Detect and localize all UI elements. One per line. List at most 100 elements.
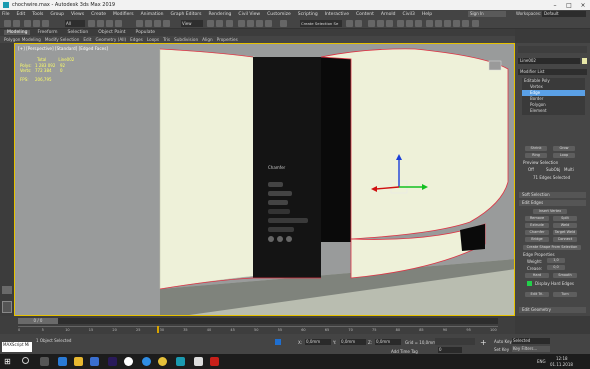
lock-icon[interactable] — [275, 339, 281, 345]
ribbon-tab-selection[interactable]: Selection — [65, 30, 92, 35]
place-icon[interactable] — [163, 20, 170, 27]
z-coordinate[interactable]: 0,0mm — [375, 339, 401, 345]
close-button[interactable]: × — [576, 2, 590, 9]
menu-graph-editors[interactable]: Graph Editors — [171, 12, 202, 17]
shrink-button[interactable]: Shrink — [525, 146, 547, 151]
perspective-viewport[interactable]: [+] [Perspective] [Standard] [Edged Face… — [14, 43, 515, 316]
angle-snap-icon[interactable] — [247, 20, 254, 27]
toggle-scene-explorer-icon[interactable] — [368, 20, 375, 27]
messenger-icon[interactable] — [142, 357, 151, 366]
keyboard-shortcut-icon[interactable] — [226, 20, 233, 27]
stack-tools[interactable] — [518, 125, 587, 131]
language-indicator[interactable]: ENG — [537, 359, 546, 364]
menu-animation[interactable]: Animation — [141, 12, 164, 17]
toggle-layer-explorer-icon[interactable] — [377, 20, 384, 27]
track-ruler[interactable]: 0 5 10 15 20 25 30 35 40 45 50 55 60 65 70 75 80 85 90 95 10… — [18, 326, 498, 333]
key-filters-button[interactable]: Key Filters... — [512, 346, 550, 352]
chamfer-caddy[interactable]: Chamfer — [268, 165, 308, 247]
rollout-edit-edges[interactable]: Edit Edges — [519, 200, 586, 206]
selection-set-dropdown[interactable]: Create Selection Se — [300, 20, 342, 27]
link-icon[interactable] — [24, 20, 31, 27]
rollout-edit-geometry[interactable]: Edit Geometry — [519, 307, 586, 313]
acrobat-icon[interactable] — [210, 357, 219, 366]
menu-customize[interactable]: Customize — [267, 12, 291, 17]
ribbon-tab-object-paint[interactable]: Object Paint — [95, 30, 128, 35]
select-scale-icon[interactable] — [154, 20, 161, 27]
playback-controls[interactable] — [435, 338, 475, 345]
add-key-icon[interactable]: + — [480, 339, 488, 347]
panel-tabs[interactable] — [518, 46, 587, 53]
auto-key-button[interactable]: Auto Key — [494, 339, 512, 344]
undo-icon[interactable] — [4, 20, 11, 27]
caddy-ok-icon[interactable] — [268, 236, 274, 242]
ring-button[interactable]: Ring — [525, 153, 547, 158]
ribbon-panel-geometry-all-[interactable]: Geometry (All) — [95, 37, 126, 42]
ribbon-panel-edit[interactable]: Edit — [83, 37, 91, 42]
bind-spacewarp-icon[interactable] — [42, 20, 49, 27]
ribbon-panel-loops[interactable]: Loops — [147, 37, 159, 42]
time-slider[interactable]: 0 / 0 — [18, 318, 498, 324]
insert-vertex-button[interactable]: Insert Vertex — [533, 209, 567, 214]
ribbon-tab-freeform[interactable]: Freeform — [34, 30, 60, 35]
menu-content[interactable]: Content — [356, 12, 374, 17]
object-color-swatch[interactable] — [582, 58, 587, 64]
extrude-button[interactable]: Extrude — [525, 223, 549, 228]
caddy-option-row2[interactable] — [268, 227, 294, 232]
key-mode-dropdown[interactable]: Selected — [512, 338, 550, 344]
ribbon-panel-modify-selection[interactable]: Modify Selection — [45, 37, 80, 42]
spinner-snap-icon[interactable] — [265, 20, 272, 27]
start-icon[interactable]: ⊞ — [4, 357, 13, 366]
stack-item-element[interactable]: Element — [522, 108, 585, 114]
grow-button[interactable]: Grow — [553, 146, 575, 151]
ribbon-panel-edges[interactable]: Edges — [130, 37, 143, 42]
menu-tools[interactable]: Tools — [32, 12, 43, 17]
menu-civil3[interactable]: Civil3 — [402, 12, 414, 17]
caddy-option-row1[interactable] — [268, 218, 308, 223]
render-icon[interactable] — [444, 20, 451, 27]
window-crossing-icon[interactable] — [115, 20, 122, 27]
render-iterative-icon[interactable] — [453, 20, 460, 27]
ribbon-panel-align[interactable]: Align — [202, 37, 213, 42]
caddy-apply-icon[interactable] — [277, 236, 283, 242]
3dsmax-icon[interactable] — [176, 357, 185, 366]
material-editor-icon[interactable] — [415, 20, 422, 27]
ref-coord-dropdown[interactable]: View — [181, 20, 203, 27]
manipulate-icon[interactable] — [216, 20, 223, 27]
preview-option-off[interactable]: Off — [528, 167, 534, 172]
curve-editor-icon[interactable] — [397, 20, 404, 27]
clock-time[interactable]: 12:18 — [556, 356, 568, 361]
workspace-dropdown[interactable]: Default — [542, 11, 586, 17]
smooth-button[interactable]: Smooth — [553, 273, 577, 278]
menu-create[interactable]: Create — [91, 12, 106, 17]
mirror-icon[interactable] — [346, 20, 353, 27]
preview-option-subobj[interactable]: SubObj — [546, 167, 560, 172]
create-shape-button[interactable]: Create Shape From Selection — [523, 245, 581, 250]
menu-group[interactable]: Group — [50, 12, 64, 17]
chamfer-button[interactable]: Chamfer — [525, 230, 549, 235]
redo-icon[interactable] — [13, 20, 20, 27]
ribbon-panel-tris[interactable]: Tris — [163, 37, 170, 42]
arnold-icon[interactable] — [472, 20, 479, 27]
schematic-view-icon[interactable] — [406, 20, 413, 27]
menu-scripting[interactable]: Scripting — [298, 12, 318, 17]
snap-toggle-icon[interactable] — [238, 20, 245, 27]
menu-edit[interactable]: Edit — [17, 12, 26, 17]
unlink-icon[interactable] — [33, 20, 40, 27]
remove-button[interactable]: Remove — [525, 216, 549, 221]
ribbon-icon[interactable] — [386, 20, 393, 27]
rendered-frame-icon[interactable] — [435, 20, 442, 27]
caddy-cancel-icon[interactable] — [286, 236, 292, 242]
preview-option-multi[interactable]: Multi — [564, 167, 574, 172]
rect-selection-icon[interactable] — [106, 20, 113, 27]
display-hard-edges-checkbox[interactable]: Display Hard Edges — [535, 281, 574, 286]
layout-thumbnail[interactable] — [2, 301, 12, 313]
select-by-name-icon[interactable] — [97, 20, 104, 27]
ribbon-panel-subdivision[interactable]: Subdivision — [174, 37, 198, 42]
rollout-soft-selection[interactable]: Soft Selection — [519, 192, 586, 198]
render-online-icon[interactable] — [462, 20, 469, 27]
search-icon[interactable] — [22, 357, 29, 364]
bridge-button[interactable]: Bridge — [525, 237, 549, 242]
turn-button[interactable]: Turn — [553, 292, 577, 297]
clock-date[interactable]: 01.11.2018 — [550, 362, 573, 367]
align-icon[interactable] — [355, 20, 362, 27]
